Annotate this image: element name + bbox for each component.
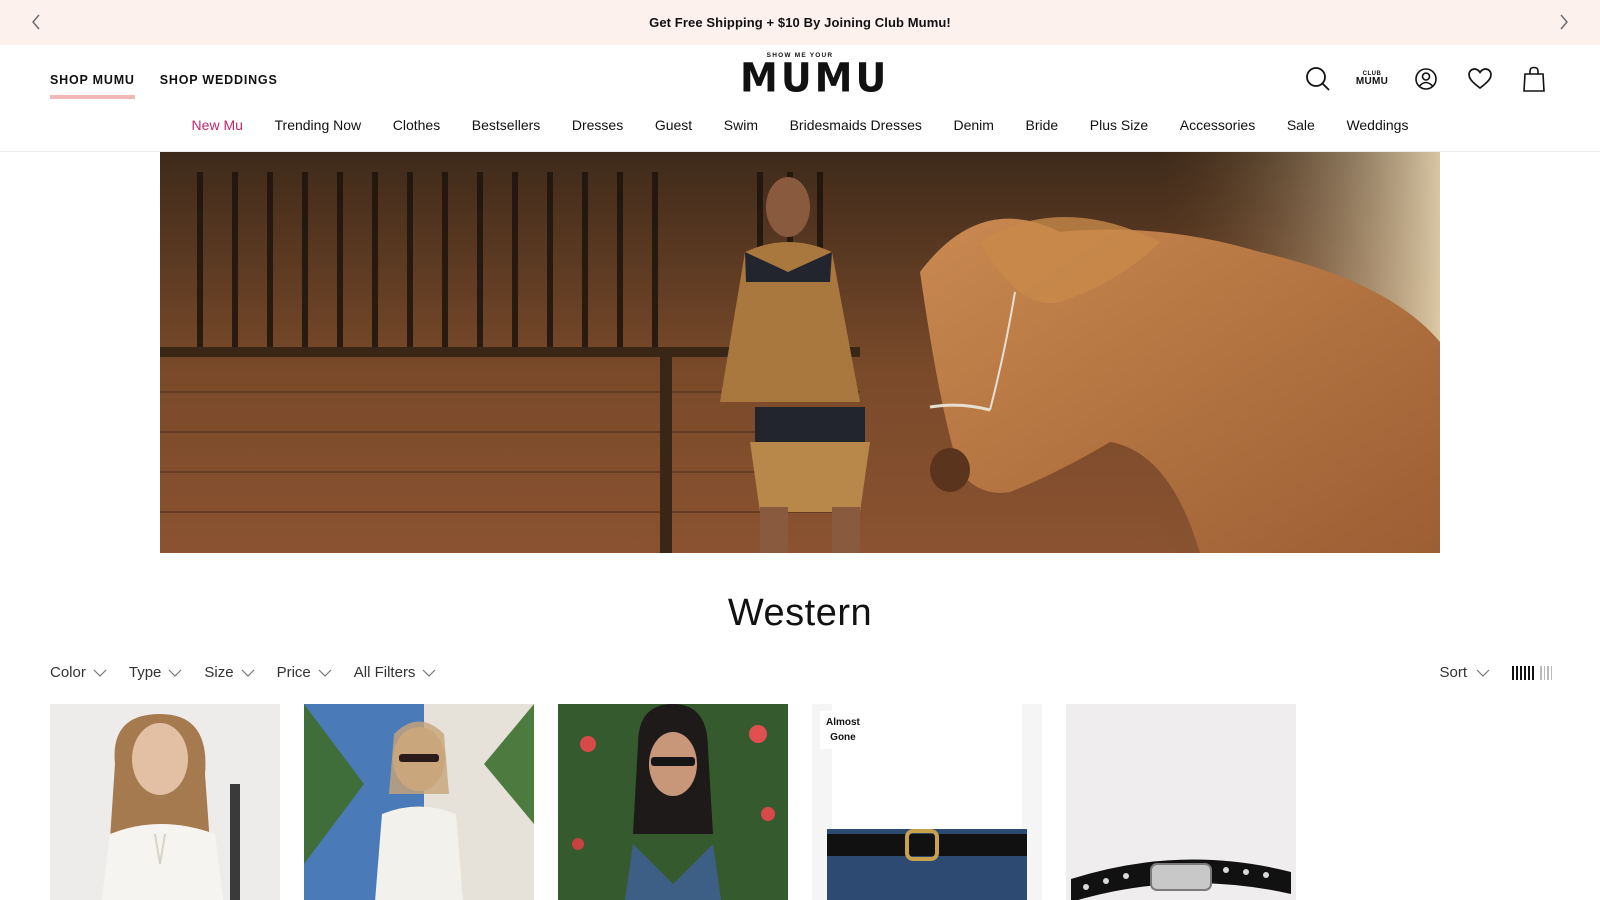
nav-item-bridesmaids-dresses[interactable]: Bridesmaids Dresses <box>774 117 938 133</box>
promo-text[interactable]: Get Free Shipping + $10 By Joining Club … <box>649 15 951 30</box>
hero-banner-image[interactable] <box>160 152 1440 553</box>
sort-label: Sort <box>1439 664 1467 681</box>
chevron-down-icon <box>93 669 107 677</box>
product-card[interactable] <box>1066 704 1296 900</box>
site-header: SHOP MUMU SHOP WEDDINGS SHOW ME YOUR MUM… <box>0 45 1600 152</box>
sort-area: Sort <box>1439 664 1552 681</box>
nav-item-trending-now[interactable]: Trending Now <box>259 117 377 133</box>
product-card[interactable] <box>50 704 280 900</box>
site-logo[interactable]: SHOW ME YOUR MUMU <box>740 52 890 102</box>
chevron-down-icon <box>318 669 332 677</box>
club-mumu-link[interactable]: CLUB MUMU <box>1355 65 1389 93</box>
filter-type[interactable]: Type <box>129 664 183 681</box>
product-image <box>1066 704 1296 900</box>
nav-item-dresses[interactable]: Dresses <box>556 117 639 133</box>
nav-item-swim[interactable]: Swim <box>708 117 774 133</box>
almost-gone-badge: Almost Gone <box>820 711 866 749</box>
product-card[interactable] <box>558 704 788 900</box>
filter-price[interactable]: Price <box>277 664 332 681</box>
grid-small-icon[interactable] <box>1540 665 1552 680</box>
shop-switcher: SHOP MUMU SHOP WEDDINGS <box>50 73 278 99</box>
heart-icon[interactable] <box>1466 65 1494 93</box>
nav-item-bestsellers[interactable]: Bestsellers <box>456 117 556 133</box>
sort-dropdown[interactable]: Sort <box>1439 664 1490 681</box>
chevron-down-icon <box>1476 669 1490 677</box>
grid-large-icon[interactable] <box>1512 665 1534 680</box>
product-card[interactable]: Almost Gone <box>812 704 1042 900</box>
filter-all-filters[interactable]: All Filters <box>354 664 437 681</box>
main-nav: New Mu Trending Now Clothes Bestsellers … <box>0 117 1600 133</box>
shop-weddings-link[interactable]: SHOP WEDDINGS <box>160 73 278 99</box>
shopping-bag-icon[interactable] <box>1520 65 1548 93</box>
grid-view-toggles <box>1512 665 1552 680</box>
filter-label: All Filters <box>353 664 416 681</box>
account-icon[interactable] <box>1412 65 1440 93</box>
utility-icons: CLUB MUMU <box>1304 65 1548 93</box>
nav-item-guest[interactable]: Guest <box>639 117 708 133</box>
filter-bar: Color Type Size Price All Filters <box>50 664 436 681</box>
nav-item-denim[interactable]: Denim <box>938 117 1010 133</box>
filter-label: Price <box>276 664 311 681</box>
nav-item-plus-size[interactable]: Plus Size <box>1074 117 1164 133</box>
filter-size[interactable]: Size <box>204 664 255 681</box>
chevron-left-icon[interactable] <box>26 12 46 32</box>
nav-item-sale[interactable]: Sale <box>1271 117 1331 133</box>
badge-line: Almost <box>826 717 860 728</box>
product-image <box>304 704 534 900</box>
nav-item-bride[interactable]: Bride <box>1010 117 1074 133</box>
chevron-right-icon[interactable] <box>1554 12 1574 32</box>
shop-mumu-link[interactable]: SHOP MUMU <box>50 73 135 99</box>
filter-label: Color <box>50 664 86 681</box>
club-label-big: MUMU <box>1355 76 1389 87</box>
nav-item-weddings[interactable]: Weddings <box>1331 117 1425 133</box>
filter-label: Type <box>128 664 162 681</box>
chevron-down-icon <box>241 669 255 677</box>
search-icon[interactable] <box>1304 65 1332 93</box>
product-grid: Almost Gone <box>50 704 1296 900</box>
filter-label: Size <box>204 664 234 681</box>
chevron-down-icon <box>423 669 436 677</box>
nav-item-new-mu[interactable]: New Mu <box>176 117 259 133</box>
badge-line: Gone <box>830 732 856 743</box>
product-card[interactable] <box>304 704 534 900</box>
product-image <box>558 704 788 900</box>
nav-item-clothes[interactable]: Clothes <box>377 117 456 133</box>
filter-color[interactable]: Color <box>50 664 107 681</box>
nav-item-accessories[interactable]: Accessories <box>1164 117 1271 133</box>
page-title: Western <box>727 592 873 634</box>
promo-bar: Get Free Shipping + $10 By Joining Club … <box>0 0 1600 45</box>
chevron-down-icon <box>168 669 182 677</box>
product-image <box>50 704 280 900</box>
logo-wordmark: MUMU <box>740 54 890 102</box>
